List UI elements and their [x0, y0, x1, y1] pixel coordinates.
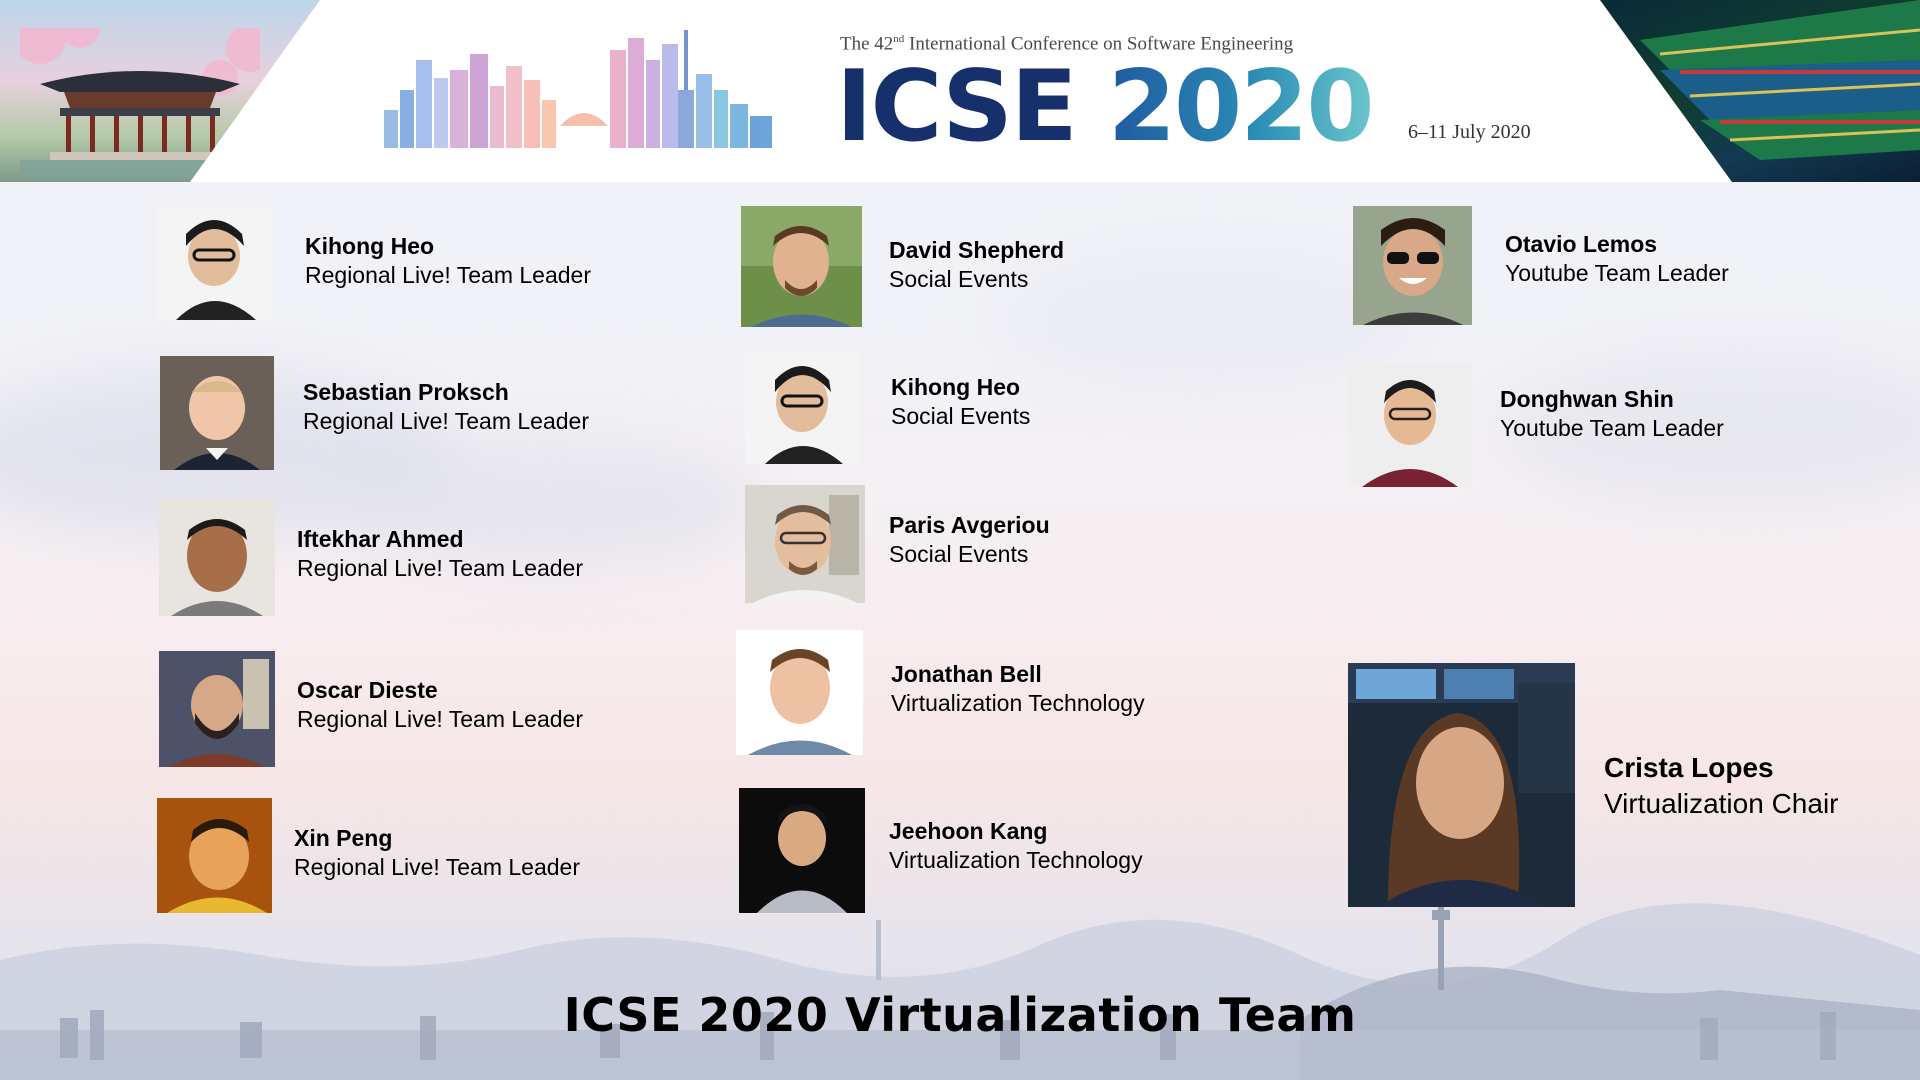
member-info: Oscar Dieste Regional Live! Team Leader — [297, 676, 583, 734]
member-role: Social Events — [891, 403, 1031, 429]
member-info: Jonathan Bell Virtualization Technology — [891, 660, 1145, 718]
header-banner: The 42nd International Conference on Sof… — [0, 0, 1920, 182]
palace-photo — [0, 0, 320, 182]
conference-dates: 6–11 July 2020 — [1408, 121, 1531, 143]
member-info: Otavio Lemos Youtube Team Leader — [1505, 230, 1729, 288]
member-info: Iftekhar Ahmed Regional Live! Team Leade… — [297, 525, 583, 583]
member-role: Youtube Team Leader — [1505, 260, 1729, 286]
member-photo — [741, 206, 862, 327]
member-role: Social Events — [889, 266, 1029, 292]
temple-eaves-photo — [1600, 0, 1920, 182]
member-photo — [1353, 206, 1472, 325]
member-photo — [745, 485, 865, 603]
member-name: Kihong Heo — [891, 374, 1021, 400]
member-name: Oscar Dieste — [297, 677, 438, 703]
member-info: Kihong Heo Regional Live! Team Leader — [305, 232, 591, 290]
eaves-icon — [1640, 0, 1920, 160]
member-info: Jeehoon Kang Virtualization Technology — [889, 817, 1143, 875]
member-role: Regional Live! Team Leader — [297, 555, 583, 581]
member-photo — [736, 630, 863, 755]
member-role: Virtualization Technology — [891, 690, 1145, 716]
member-photo — [160, 356, 274, 470]
member-photo — [1348, 663, 1575, 907]
member-photo — [745, 352, 859, 464]
member-role: Virtualization Technology — [889, 847, 1143, 873]
member-name: Jonathan Bell — [891, 661, 1042, 687]
member-photo — [739, 788, 865, 913]
icse-2020-logo: ICSE 2020 — [836, 50, 1375, 164]
member-info: David Shepherd Social Events — [889, 236, 1064, 294]
member-photo — [157, 798, 272, 913]
member-role: Regional Live! Team Leader — [294, 854, 580, 880]
member-role: Youtube Team Leader — [1500, 415, 1724, 441]
page-title: ICSE 2020 Virtualization Team — [563, 988, 1357, 1042]
member-info: Kihong Heo Social Events — [891, 373, 1030, 431]
member-role: Regional Live! Team Leader — [305, 262, 591, 288]
city-skyline-graphic — [384, 30, 772, 148]
member-name: Crista Lopes — [1604, 752, 1774, 783]
member-role: Virtualization Chair — [1604, 788, 1839, 819]
member-photo — [1348, 363, 1472, 487]
pavilion-icon — [20, 28, 260, 178]
member-name: Sebastian Proksch — [303, 379, 509, 405]
member-info: Xin Peng Regional Live! Team Leader — [294, 824, 580, 882]
member-name: Xin Peng — [294, 825, 393, 851]
member-name: Otavio Lemos — [1505, 231, 1658, 257]
member-photo — [159, 500, 275, 616]
member-role: Regional Live! Team Leader — [303, 408, 589, 434]
member-role: Social Events — [889, 541, 1029, 567]
member-info: Donghwan Shin Youtube Team Leader — [1500, 385, 1724, 443]
member-name: Donghwan Shin — [1500, 386, 1674, 412]
member-photo — [159, 651, 275, 767]
member-photo — [156, 206, 272, 320]
member-info: Sebastian Proksch Regional Live! Team Le… — [303, 378, 589, 436]
member-name: Kihong Heo — [305, 233, 435, 259]
member-name: Iftekhar Ahmed — [297, 526, 464, 552]
member-name: Jeehoon Kang — [889, 818, 1048, 844]
member-info: Crista Lopes Virtualization Chair — [1604, 750, 1839, 822]
member-role: Regional Live! Team Leader — [297, 706, 583, 732]
member-name: Paris Avgeriou — [889, 512, 1050, 538]
member-info: Paris Avgeriou Social Events — [889, 511, 1050, 569]
member-name: David Shepherd — [889, 237, 1065, 263]
